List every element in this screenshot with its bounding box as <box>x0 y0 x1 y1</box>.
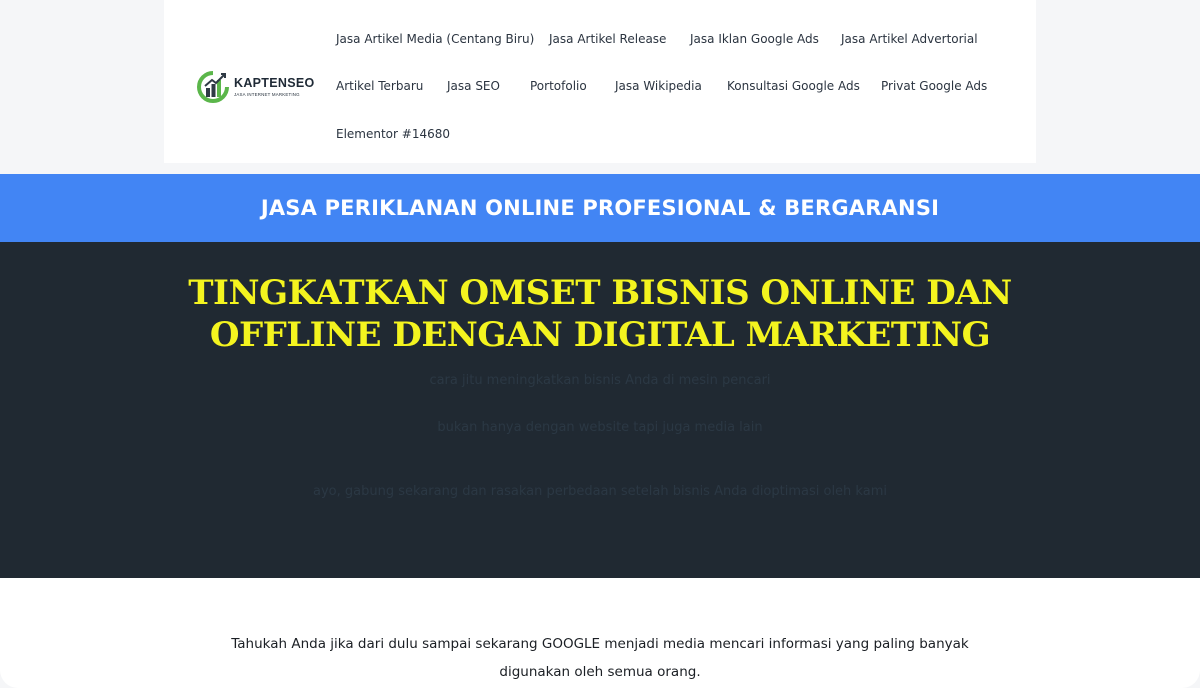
logo-name: KAPTENSEO <box>234 76 315 91</box>
nav-item-portofolio[interactable]: Portofolio <box>530 79 587 93</box>
hero-title: TINGKATKAN OMSET BISNIS ONLINE DAN OFFLI… <box>0 272 1200 356</box>
hero-subtext-2: bukan hanya dengan website tapi juga med… <box>437 420 763 435</box>
nav-item-jasa-artikel-advertorial[interactable]: Jasa Artikel Advertorial <box>841 32 978 46</box>
content-section: Tahukah Anda jika dari dulu sampai sekar… <box>0 578 1200 688</box>
site-header: KAPTENSEO JASA INTERNET MARKETING Jasa A… <box>164 0 1036 163</box>
nav-item-elementor[interactable]: Elementor #14680 <box>336 127 450 141</box>
page: KAPTENSEO JASA INTERNET MARKETING Jasa A… <box>0 0 1200 688</box>
nav-item-jasa-artikel-media[interactable]: Jasa Artikel Media (Centang Biru) <box>336 32 534 46</box>
hero-title-line-2: OFFLINE DENGAN DIGITAL MARKETING <box>209 315 991 355</box>
nav-item-jasa-artikel-release[interactable]: Jasa Artikel Release <box>549 32 666 46</box>
nav-item-jasa-seo[interactable]: Jasa SEO <box>447 79 500 93</box>
nav-item-artikel-terbaru[interactable]: Artikel Terbaru <box>336 79 423 93</box>
logo-mark-icon <box>197 71 229 103</box>
nav-item-jasa-wikipedia[interactable]: Jasa Wikipedia <box>615 79 702 93</box>
nav-item-privat-google-ads[interactable]: Privat Google Ads <box>881 79 987 93</box>
hero-subtext-3: ayo, gabung sekarang dan rasakan perbeda… <box>313 484 887 499</box>
hero-section: TINGKATKAN OMSET BISNIS ONLINE DAN OFFLI… <box>0 242 1200 578</box>
logo-tagline: JASA INTERNET MARKETING <box>234 91 300 97</box>
intro-paragraph: Tahukah Anda jika dari dulu sampai sekar… <box>231 636 969 680</box>
banner-heading: JASA PERIKLANAN ONLINE PROFESIONAL & BER… <box>260 196 940 220</box>
hero-subtext-1: cara jitu meningkatkan bisnis Anda di me… <box>429 373 771 388</box>
hero-title-line-1: TINGKATKAN OMSET BISNIS ONLINE DAN <box>188 273 1012 313</box>
nav-item-konsultasi-google-ads[interactable]: Konsultasi Google Ads <box>727 79 860 93</box>
logo-text: KAPTENSEO JASA INTERNET MARKETING <box>234 77 315 97</box>
nav-item-jasa-iklan-google-ads[interactable]: Jasa Iklan Google Ads <box>690 32 819 46</box>
site-logo[interactable]: KAPTENSEO JASA INTERNET MARKETING <box>196 68 326 106</box>
promo-banner: JASA PERIKLANAN ONLINE PROFESIONAL & BER… <box>0 174 1200 242</box>
